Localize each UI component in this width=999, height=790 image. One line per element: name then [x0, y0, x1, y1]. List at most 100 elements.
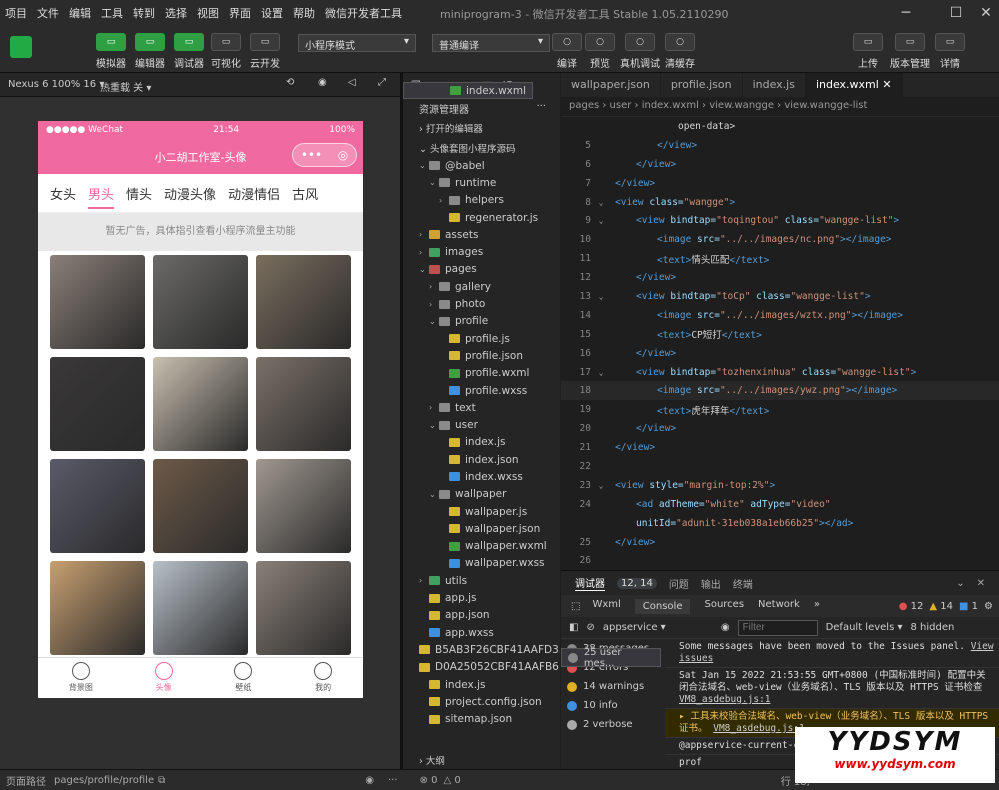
- mode-select[interactable]: 小程序模式 ▾: [298, 34, 416, 52]
- layers-button[interactable]: ○ 清缓存: [665, 33, 695, 70]
- branch-button[interactable]: ▭ 版本管理: [890, 33, 930, 70]
- compile-select[interactable]: 普通编译 ▾: [432, 34, 550, 52]
- file-item[interactable]: wallpaper.wxss: [403, 555, 560, 572]
- nav-star[interactable]: 头像: [154, 658, 173, 698]
- nav-heart[interactable]: 背景图: [69, 658, 93, 698]
- panel-tab[interactable]: »: [814, 599, 820, 614]
- avatar-photo[interactable]: [50, 561, 145, 655]
- folder-item[interactable]: ⌄ user: [403, 416, 560, 433]
- avatar-photo[interactable]: [153, 357, 248, 451]
- fold-icon[interactable]: ⌄: [595, 216, 607, 225]
- fold-icon[interactable]: ⌄: [595, 292, 607, 301]
- minimize-button[interactable]: ─: [890, 0, 922, 25]
- folder-item[interactable]: ⌄ runtime: [403, 174, 560, 191]
- devtools-tab[interactable]: 12, 14: [617, 577, 657, 589]
- tab-2[interactable]: 情头: [126, 178, 152, 209]
- error-count[interactable]: ● 12: [899, 601, 924, 612]
- close-icon[interactable]: ✕: [977, 578, 985, 589]
- code-line[interactable]: 23 ⌄ <view style="margin-top:2%">: [561, 476, 999, 495]
- code-area[interactable]: open-data> 5 </view> 6 </view> 7 </view> 8 ⌄ <vie…: [561, 117, 999, 570]
- project-section[interactable]: ⌄ 头像套图小程序源码: [403, 137, 560, 157]
- context-select[interactable]: appservice ▾: [603, 622, 713, 633]
- folder-item[interactable]: › images: [403, 243, 560, 260]
- nav-hexagon[interactable]: 我的: [314, 658, 333, 698]
- eye-icon[interactable]: ◉: [365, 775, 374, 786]
- avatar-photo[interactable]: [256, 459, 351, 553]
- level-filter[interactable]: 2 verbose: [561, 715, 661, 734]
- code-line[interactable]: 22: [561, 457, 999, 476]
- more-icon[interactable]: ···: [388, 775, 398, 786]
- file-item[interactable]: D0A25052CBF41AAFB6...: [403, 659, 560, 676]
- record-icon[interactable]: ◉: [318, 77, 327, 88]
- file-item[interactable]: sitemap.json: [403, 711, 560, 728]
- panel-tab[interactable]: Console: [634, 598, 691, 614]
- collapse-icon[interactable]: ⌄: [956, 578, 964, 589]
- code-button[interactable]: ▭ 编辑器: [135, 33, 165, 70]
- folder-item[interactable]: › utils: [403, 572, 560, 589]
- menu-item[interactable]: 工具: [96, 5, 128, 21]
- avatar-photo[interactable]: [256, 255, 351, 349]
- eye-button[interactable]: ○ 预览: [585, 33, 615, 70]
- debug-button[interactable]: ▭ 调试器: [174, 33, 204, 70]
- warning-count[interactable]: ▲ 14: [929, 601, 953, 612]
- file-item[interactable]: profile.wxml: [403, 365, 560, 382]
- source-link[interactable]: VM8_asdebug.js:1: [713, 723, 805, 734]
- maximize-button[interactable]: ☐: [940, 0, 972, 25]
- page-path[interactable]: pages/profile/profile: [54, 775, 154, 786]
- capsule-menu[interactable]: ••• ◎: [292, 143, 357, 167]
- close-miniprogram-icon[interactable]: ◎: [338, 148, 348, 162]
- more-icon[interactable]: ···: [536, 101, 546, 112]
- fold-icon[interactable]: ⌄: [595, 198, 607, 207]
- level-filter[interactable]: 10 info: [561, 696, 661, 715]
- menu-item[interactable]: 界面: [224, 5, 256, 21]
- code-line[interactable]: 17 ⌄ <view bindtap="tozhenxinhua" class="w…: [561, 363, 999, 382]
- panel-tab[interactable]: Network: [758, 599, 800, 614]
- tab-3[interactable]: 动漫头像: [164, 178, 216, 209]
- code-line[interactable]: 25 </view>: [561, 533, 999, 552]
- phone-button[interactable]: ▭ 模拟器: [96, 33, 126, 70]
- code-line[interactable]: 14 <image src="../../images/wztx.png"></i…: [561, 306, 999, 325]
- menu-item[interactable]: 视图: [192, 5, 224, 21]
- avatar-photo[interactable]: [153, 459, 248, 553]
- file-item[interactable]: index.wxss: [403, 468, 560, 485]
- eye-icon[interactable]: ◉: [721, 622, 730, 633]
- code-line[interactable]: 8 ⌄ <view class="wangge">: [561, 193, 999, 212]
- code-line[interactable]: open-data>: [561, 117, 999, 136]
- folder-item[interactable]: ⌄ @babel: [403, 157, 560, 174]
- code-line[interactable]: 5 </view>: [561, 136, 999, 155]
- code-line[interactable]: 19 <text>虎年拜年</text>: [561, 400, 999, 419]
- inspect-icon[interactable]: ⬚: [571, 601, 580, 612]
- code-line[interactable]: 15 <text>CP短打</text>: [561, 325, 999, 344]
- folder-item[interactable]: › text: [403, 399, 560, 416]
- menu-item[interactable]: 转到: [128, 5, 160, 21]
- code-line[interactable]: 21 </view>: [561, 438, 999, 457]
- levels-select[interactable]: Default levels ▾: [826, 622, 903, 633]
- code-line[interactable]: 11 <text>情头匹配</text>: [561, 249, 999, 268]
- bug-button[interactable]: ○ 真机调试: [620, 33, 660, 70]
- editor-tab[interactable]: wallpaper.json: [561, 73, 661, 97]
- file-item[interactable]: app.wxss: [403, 624, 560, 641]
- status-warnings[interactable]: △ 0: [443, 775, 460, 786]
- avatar-photo[interactable]: [153, 255, 248, 349]
- file-item[interactable]: B5AB3F26CBF41AAFD3...: [403, 641, 560, 658]
- settings-icon[interactable]: ⚙: [984, 601, 993, 612]
- menu-item[interactable]: 帮助: [288, 5, 320, 21]
- menu-item[interactable]: 文件: [32, 5, 64, 21]
- file-item[interactable]: wallpaper.json: [403, 520, 560, 537]
- code-line[interactable]: 18 <image src="../../images/ywz.png"></im…: [561, 381, 999, 401]
- code-line[interactable]: 20 </view>: [561, 419, 999, 438]
- panel-tab[interactable]: Sources: [704, 599, 744, 614]
- menu-item[interactable]: 项目: [0, 5, 32, 21]
- upload-button[interactable]: ▭ 上传: [853, 33, 883, 70]
- menu-item[interactable]: 编辑: [64, 5, 96, 21]
- menu-item[interactable]: 微信开发者工具: [320, 5, 407, 21]
- folder-item[interactable]: ⌄ profile: [403, 313, 560, 330]
- level-filter[interactable]: 14 warnings: [561, 677, 661, 696]
- layout-button[interactable]: ▭ 可视化: [211, 33, 241, 70]
- panel-tab[interactable]: Wxml: [592, 599, 620, 614]
- file-item[interactable]: index.wxml: [403, 82, 534, 100]
- close-window-button[interactable]: ✕: [970, 0, 999, 25]
- editor-tab[interactable]: index.js: [743, 73, 806, 97]
- file-item[interactable]: app.js: [403, 589, 560, 606]
- tab-4[interactable]: 动漫情侣: [228, 178, 280, 209]
